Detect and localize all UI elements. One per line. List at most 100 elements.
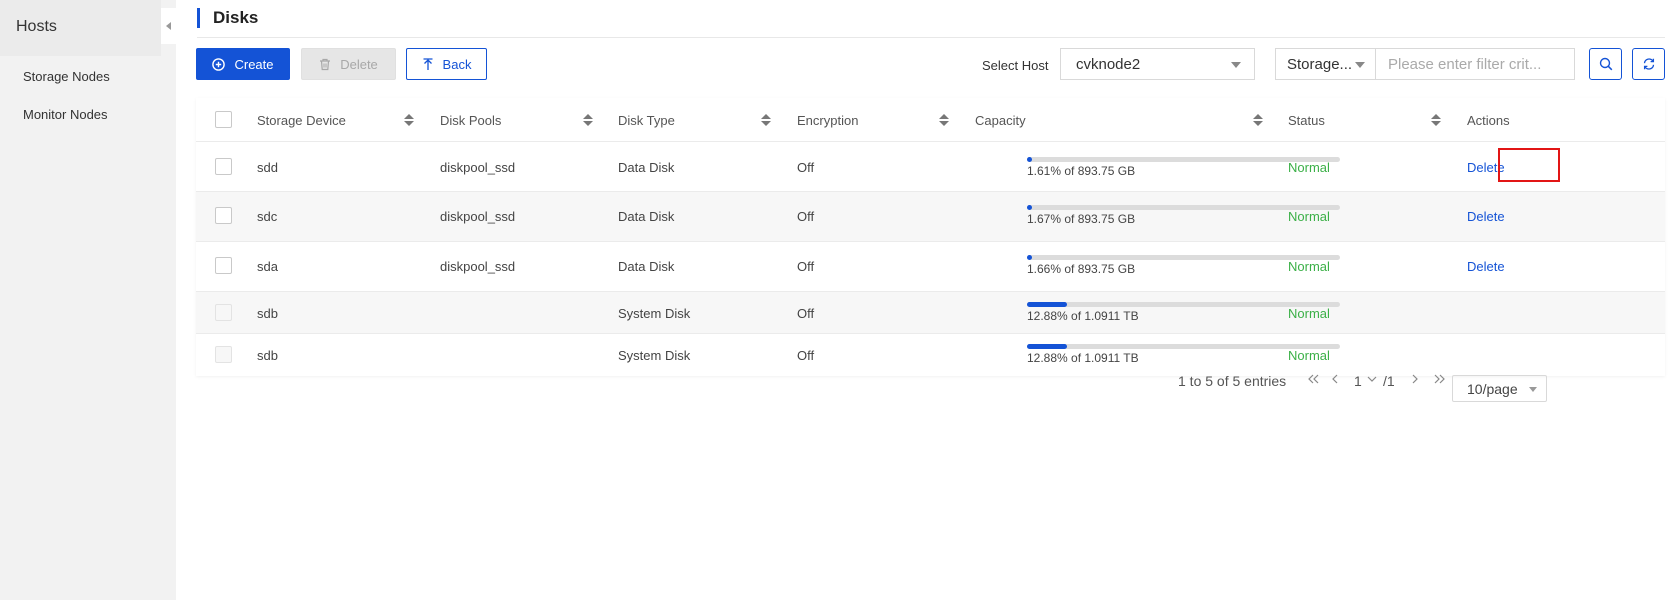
sidebar-item-monitor-nodes[interactable]: Monitor Nodes [23,107,108,122]
capacity-text: 1.61% of 893.75 GB [1027,164,1136,178]
page-size-value: 10/page [1467,381,1518,397]
sidebar: Hosts Storage Nodes Monitor Nodes [0,0,176,600]
arrow-up-icon [422,57,434,71]
delete-button[interactable]: Delete [301,48,396,80]
disk-pool-cell: diskpool_ssd [440,160,516,175]
capacity-text: 1.66% of 893.75 GB [1027,262,1136,276]
disk-type-cell: System Disk [618,348,691,363]
plus-circle-icon [212,57,226,71]
column-header-status: Status [1288,113,1325,128]
capacity-text: 12.88% of 1.0911 TB [1027,309,1139,323]
filter-input[interactable] [1375,48,1575,80]
last-page-icon[interactable] [1432,369,1446,394]
create-button[interactable]: Create [196,48,290,80]
capacity-text: 12.88% of 1.0911 TB [1027,351,1139,365]
sort-icon[interactable] [1431,114,1441,126]
column-header-actions: Actions [1467,113,1510,128]
disk-type-cell: Data Disk [618,209,675,224]
row-delete-link[interactable]: Delete [1467,209,1505,224]
status-cell: Normal [1288,306,1330,321]
chevron-down-icon [1529,387,1537,392]
disk-pool-cell: diskpool_ssd [440,209,516,224]
trash-icon [319,58,331,71]
chevron-down-icon [1355,62,1365,68]
table-row: sdd diskpool_ssd Data Disk Off 1.61% of … [196,142,1665,192]
device-cell: sda [257,259,278,274]
device-cell: sdb [257,348,278,363]
sort-icon[interactable] [939,114,949,126]
row-checkbox[interactable] [215,207,232,224]
create-button-label: Create [234,56,274,72]
prev-page-icon[interactable] [1330,369,1340,394]
refresh-icon [1642,57,1656,71]
search-icon [1599,57,1613,71]
encryption-cell: Off [797,259,815,274]
status-cell: Normal [1288,259,1330,274]
main-content: Disks Create Delete Back Select Host cvk… [176,0,1671,600]
row-delete-link[interactable]: Delete [1467,259,1505,274]
pagination-summary: 1 to 5 of 5 entries [1178,373,1287,389]
disk-type-cell: Data Disk [618,160,675,175]
disks-table: Storage Device Disk Pools Disk Type Encr… [196,98,1665,376]
next-page-icon[interactable] [1410,369,1420,394]
sort-icon[interactable] [761,114,771,126]
first-page-icon[interactable] [1307,369,1321,394]
page-title: Disks [197,8,258,28]
encryption-cell: Off [797,348,815,363]
capacity-bar-fill [1027,344,1068,349]
disk-type-cell: Data Disk [618,259,675,274]
column-header-encryption: Encryption [797,113,859,128]
disk-type-cell: System Disk [618,306,691,321]
column-header-storage-device: Storage Device [257,113,346,128]
sort-icon[interactable] [583,114,593,126]
capacity-bar-fill [1027,157,1033,162]
host-select-value: cvknode2 [1076,55,1141,73]
host-select[interactable]: cvknode2 [1060,48,1255,80]
sort-icon[interactable] [404,114,414,126]
disk-pool-cell: diskpool_ssd [440,259,516,274]
capacity-text: 1.67% of 893.75 GB [1027,212,1136,226]
encryption-cell: Off [797,160,815,175]
chevron-down-icon [1231,62,1241,68]
row-checkbox[interactable] [215,158,232,175]
device-cell: sdd [257,160,278,175]
column-header-disk-type: Disk Type [618,113,675,128]
sidebar-collapse-button[interactable] [161,8,176,44]
app-window: Hosts Storage Nodes Monitor Nodes Disks … [0,0,1671,600]
device-cell: sdb [257,306,278,321]
sort-icon[interactable] [1253,114,1263,126]
select-all-checkbox[interactable] [215,111,232,128]
back-button[interactable]: Back [406,48,487,80]
filter-field-select[interactable]: Storage... [1275,48,1375,80]
table-row: sdc diskpool_ssd Data Disk Off 1.67% of … [196,192,1665,242]
total-pages: /1 [1383,373,1395,389]
chevron-left-icon [166,22,171,30]
capacity-bar-fill [1027,302,1068,307]
capacity-bar-fill [1027,255,1033,260]
title-divider [197,37,1665,38]
device-cell: sdc [257,209,278,224]
page-dropdown-icon[interactable] [1366,369,1378,394]
refresh-button[interactable] [1632,48,1665,80]
delete-button-label: Delete [340,56,378,72]
table-row: sdb System Disk Off 12.88% of 1.0911 TB … [196,292,1665,334]
encryption-cell: Off [797,209,815,224]
encryption-cell: Off [797,306,815,321]
sidebar-title: Hosts [0,0,161,56]
row-checkbox[interactable] [215,257,232,274]
highlight-box [1498,148,1560,182]
filter-field-value: Storage... [1287,55,1353,73]
column-header-capacity: Capacity [975,113,1026,128]
current-page[interactable]: 1 [1354,373,1362,389]
table-row: sda diskpool_ssd Data Disk Off 1.66% of … [196,242,1665,292]
status-cell: Normal [1288,160,1330,175]
table-header: Storage Device Disk Pools Disk Type Encr… [196,98,1665,142]
search-button[interactable] [1589,48,1622,80]
page-size-select[interactable]: 10/page [1452,375,1547,402]
capacity-bar-fill [1027,205,1033,210]
status-cell: Normal [1288,348,1330,363]
status-cell: Normal [1288,209,1330,224]
sidebar-item-storage-nodes[interactable]: Storage Nodes [23,69,110,84]
row-checkbox [215,346,232,363]
column-header-disk-pools: Disk Pools [440,113,502,128]
